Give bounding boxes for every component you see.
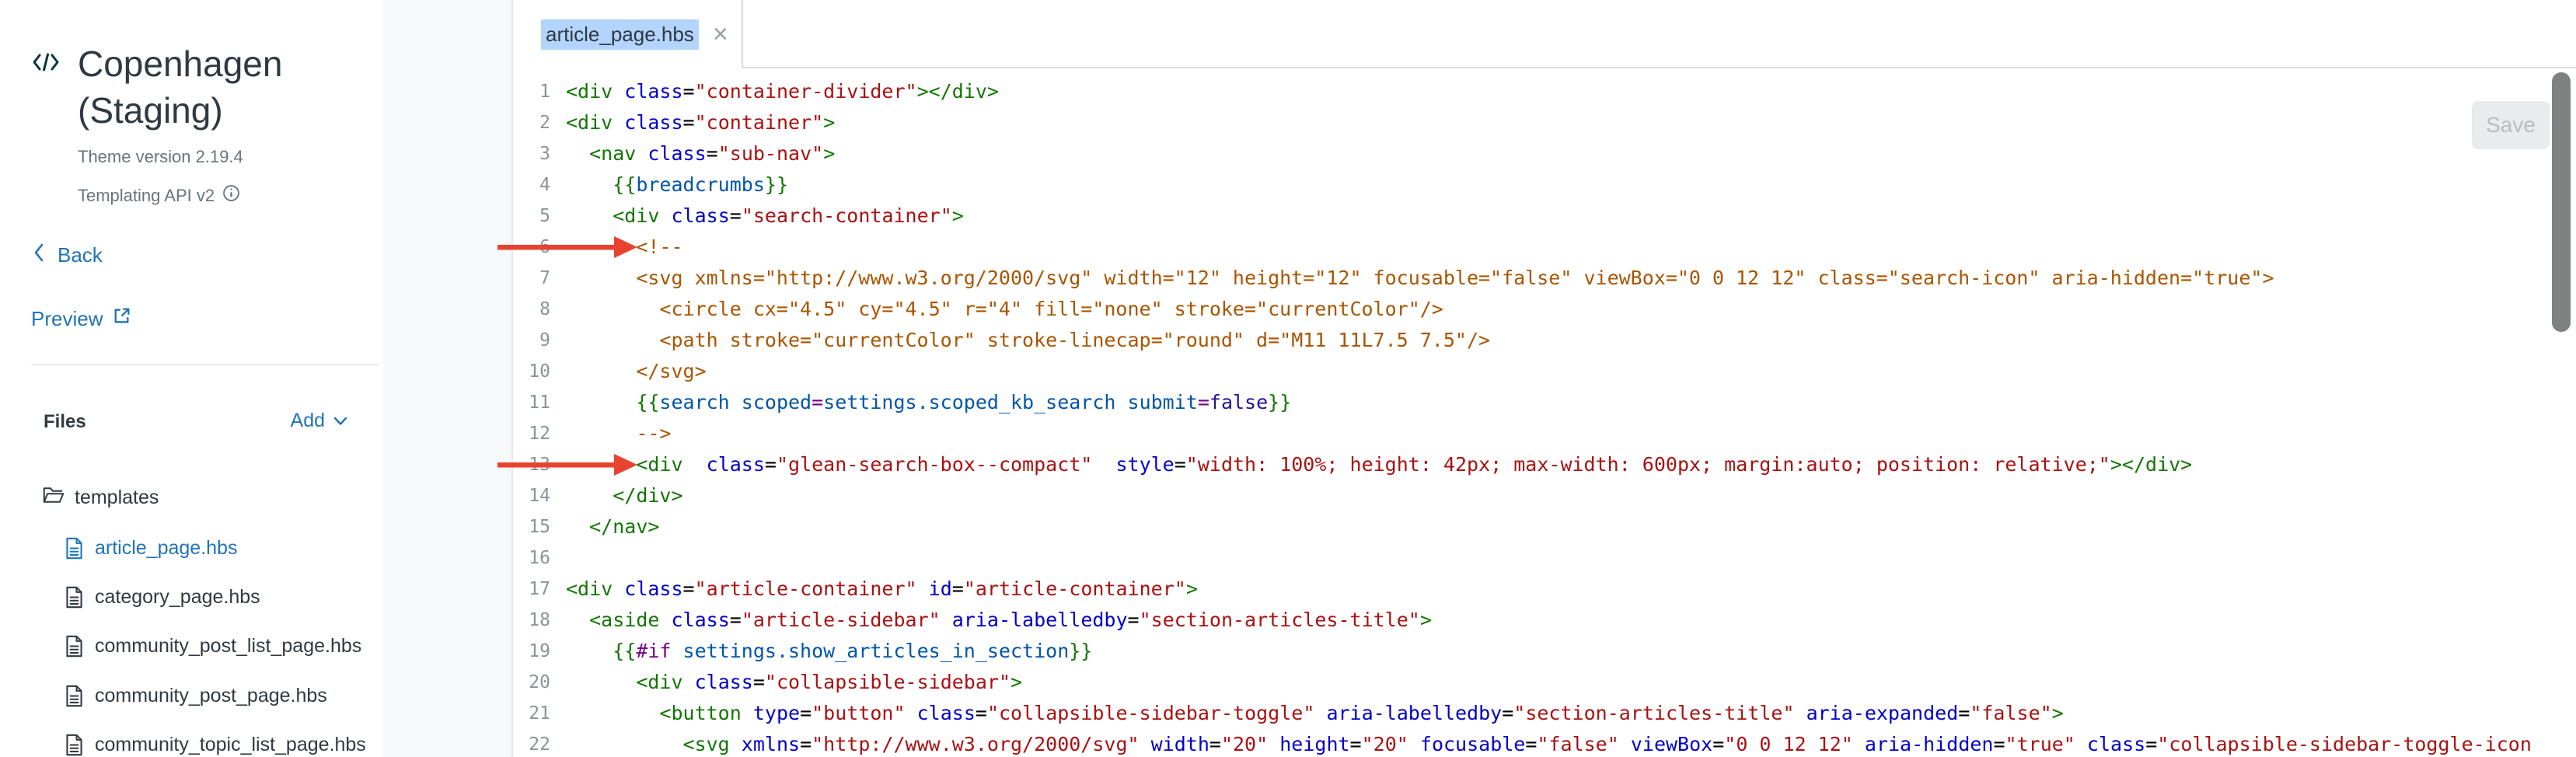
folder-label: templates (75, 487, 159, 509)
code-line: 19 {{#if settings.show_articles_in_secti… (513, 636, 2545, 667)
code-line: 4 {{breadcrumbs}} (513, 169, 2545, 201)
line-number: 11 (513, 387, 550, 418)
code-line: 2<div class="container"> (513, 107, 2545, 138)
templating-api: Templating API v2 (78, 184, 240, 207)
code-line: 11 {{search scoped=settings.scoped_kb_se… (513, 387, 2545, 418)
tab-label: article_page.hbs (541, 19, 699, 50)
code-line: 16 (513, 542, 2545, 574)
line-number: 10 (513, 356, 550, 387)
line-number: 5 (513, 201, 550, 232)
file-icon (65, 586, 84, 609)
annotation-arrow (497, 451, 637, 479)
tab-article-page[interactable]: article_page.hbs × (513, 0, 743, 68)
line-number: 16 (513, 542, 550, 574)
file-icon (65, 734, 84, 756)
sidebar-scroll-gutter (383, 0, 511, 757)
file-item-community_topic_list_page[interactable]: community_topic_list_page.hbs (65, 731, 366, 757)
code-brackets-icon (31, 50, 61, 78)
code-line: 12 --> (513, 418, 2545, 449)
line-number: 22 (513, 729, 550, 757)
line-number: 17 (513, 574, 550, 605)
line-number: 4 (513, 169, 550, 201)
code-line: 22 <svg xmlns="http://www.w3.org/2000/sv… (513, 729, 2545, 757)
code-line: 14 </div> (513, 480, 2545, 511)
sidebar-divider (31, 364, 379, 365)
line-number: 21 (513, 698, 550, 729)
line-number: 2 (513, 107, 550, 138)
chevron-left-icon (33, 242, 45, 268)
line-number: 12 (513, 418, 550, 449)
save-button[interactable]: Save (2472, 101, 2550, 149)
folder-open-icon (43, 485, 65, 511)
file-icon (65, 537, 84, 560)
add-button[interactable]: Add (291, 410, 348, 432)
code-line: 10 </svg> (513, 356, 2545, 387)
preview-link[interactable]: Preview (31, 306, 131, 331)
folder-templates[interactable]: templates (43, 484, 159, 511)
line-number: 1 (513, 76, 550, 107)
back-link[interactable]: Back (33, 242, 103, 268)
file-name: community_topic_list_page.hbs (95, 734, 366, 756)
code-line: 3 <nav class="sub-nav"> (513, 138, 2545, 169)
file-name: community_post_list_page.hbs (95, 635, 361, 658)
line-number: 14 (513, 480, 550, 511)
file-icon (65, 685, 84, 707)
editor-panel: article_page.hbs × 1<div class="containe… (513, 0, 2576, 757)
code-line: 21 <button type="button" class="collapsi… (513, 698, 2545, 729)
tab-close-icon[interactable]: × (713, 21, 728, 47)
file-name: community_post_page.hbs (95, 685, 327, 707)
add-label: Add (291, 410, 325, 432)
tab-bar (513, 0, 2576, 68)
code-line: 15 </nav> (513, 511, 2545, 542)
sidebar: Copenhagen (Staging) Theme version 2.19.… (0, 0, 513, 757)
templating-api-label: Templating API v2 (78, 186, 215, 206)
theme-version: Theme version 2.19.4 (78, 147, 243, 167)
code-line: 9 <path stroke="currentColor" stroke-lin… (513, 325, 2545, 356)
code-editor[interactable]: 1<div class="container-divider"></div>2<… (513, 70, 2545, 757)
code-line: 20 <div class="collapsible-sidebar"> (513, 667, 2545, 698)
back-label: Back (58, 243, 103, 267)
code-line: 1<div class="container-divider"></div> (513, 76, 2545, 107)
file-item-article_page[interactable]: article_page.hbs (65, 535, 237, 561)
annotation-arrow (497, 233, 637, 261)
file-item-category_page[interactable]: category_page.hbs (65, 584, 260, 610)
code-line: 18 <aside class="article-sidebar" aria-l… (513, 605, 2545, 636)
line-number: 7 (513, 263, 550, 294)
code-line: 6 <!-- (513, 232, 2545, 263)
line-number: 18 (513, 605, 550, 636)
code-line: 5 <div class="search-container"> (513, 201, 2545, 232)
line-number: 9 (513, 325, 550, 356)
file-name: article_page.hbs (95, 537, 237, 560)
line-number: 3 (513, 138, 550, 169)
line-number: 15 (513, 511, 550, 542)
chevron-down-icon (333, 410, 348, 432)
file-name: category_page.hbs (95, 586, 260, 609)
line-number: 19 (513, 636, 550, 667)
external-link-icon (112, 306, 131, 331)
code-line: 17<div class="article-container" id="art… (513, 574, 2545, 605)
code-line: 8 <circle cx="4.5" cy="4.5" r="4" fill="… (513, 294, 2545, 325)
preview-label: Preview (31, 307, 103, 331)
code-line: 13 <div class="glean-search-box--compact… (513, 449, 2545, 480)
file-icon (65, 635, 84, 658)
editor-scrollbar[interactable] (2552, 72, 2571, 332)
info-icon[interactable] (222, 184, 240, 207)
line-number: 8 (513, 294, 550, 325)
files-header: Files (44, 411, 86, 433)
file-item-community_post_list_page[interactable]: community_post_list_page.hbs (65, 633, 361, 659)
theme-code-editor: Copenhagen (Staging) Theme version 2.19.… (0, 0, 2576, 757)
code-line: 7 <svg xmlns="http://www.w3.org/2000/svg… (513, 263, 2545, 294)
file-item-community_post_page[interactable]: community_post_page.hbs (65, 682, 327, 709)
line-number: 20 (513, 667, 550, 698)
theme-title: Copenhagen (Staging) (78, 40, 342, 134)
